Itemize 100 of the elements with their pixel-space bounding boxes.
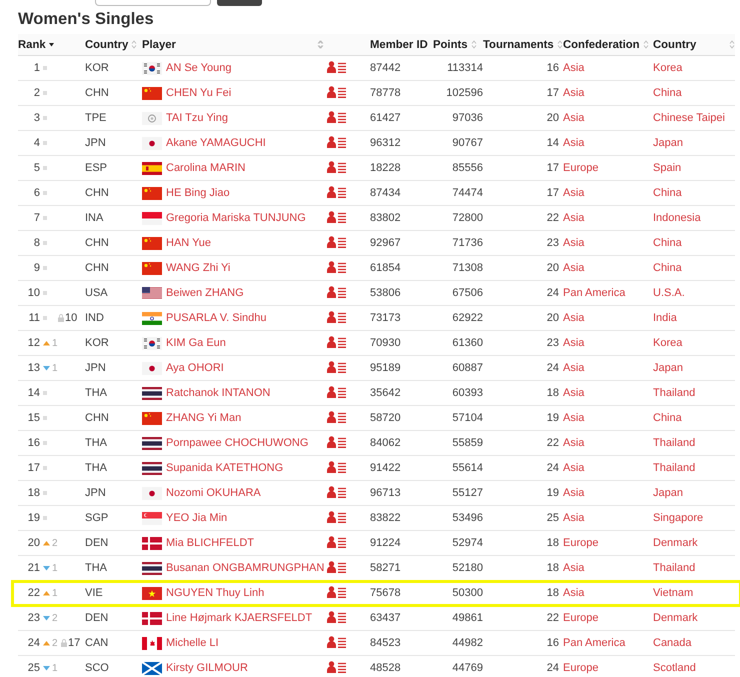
player-link[interactable]: YEO Jia Min	[166, 512, 228, 524]
country-link[interactable]: India	[653, 312, 677, 324]
country-link[interactable]: China	[653, 412, 682, 424]
confederation-link[interactable]: Europe	[563, 162, 598, 174]
confederation-link[interactable]: Asia	[563, 137, 584, 149]
player-link[interactable]: Gregoria Mariska TUNJUNG	[166, 212, 306, 224]
country-link[interactable]: China	[653, 87, 682, 99]
profile-icon[interactable]	[327, 610, 347, 622]
player-link[interactable]: AN Se Young	[166, 62, 232, 74]
profile-icon[interactable]	[327, 486, 347, 498]
profile-icon[interactable]	[327, 60, 347, 72]
confederation-link[interactable]: Asia	[563, 462, 584, 474]
country-link[interactable]: U.S.A.	[653, 287, 685, 299]
country-link[interactable]: Korea	[653, 337, 682, 349]
confederation-link[interactable]: Asia	[563, 512, 584, 524]
dropdown-field[interactable]	[95, 0, 211, 6]
country-link[interactable]: China	[653, 262, 682, 274]
player-link[interactable]: NGUYEN Thuy Linh	[166, 587, 264, 599]
country-link[interactable]: Japan	[653, 362, 683, 374]
country-link[interactable]: Singapore	[653, 512, 704, 524]
player-link[interactable]: Aya OHORI	[166, 362, 224, 374]
confederation-link[interactable]: Europe	[563, 612, 598, 624]
profile-icon[interactable]	[327, 136, 347, 148]
player-link[interactable]: Carolina MARIN	[166, 162, 246, 174]
player-link[interactable]: Line Højmark KJAERSFELDT	[166, 612, 312, 624]
profile-icon[interactable]	[327, 436, 347, 448]
confederation-link[interactable]: Asia	[563, 237, 584, 249]
country-link[interactable]: Thailand	[653, 462, 696, 474]
confederation-link[interactable]: Europe	[563, 537, 598, 549]
profile-icon[interactable]	[327, 410, 347, 422]
player-link[interactable]: Akane YAMAGUCHI	[166, 137, 266, 149]
confederation-link[interactable]: Asia	[563, 62, 584, 74]
country-link[interactable]: Thailand	[653, 437, 696, 449]
sort-caret-icon[interactable]	[48, 42, 54, 46]
country-link[interactable]: Vietnam	[653, 587, 694, 599]
confederation-link[interactable]: Asia	[563, 262, 584, 274]
player-link[interactable]: WANG Zhi Yi	[166, 262, 230, 274]
profile-icon[interactable]	[327, 510, 347, 522]
profile-icon[interactable]	[327, 360, 347, 372]
profile-icon[interactable]	[327, 160, 347, 172]
country-link[interactable]: Denmark	[653, 537, 698, 549]
country-link[interactable]: Canada	[653, 637, 692, 649]
confederation-link[interactable]: Asia	[563, 387, 584, 399]
confederation-link[interactable]: Asia	[563, 362, 584, 374]
confederation-link[interactable]: Asia	[563, 587, 584, 599]
country-link[interactable]: Korea	[653, 62, 682, 74]
player-link[interactable]: Beiwen ZHANG	[166, 287, 244, 299]
country-link[interactable]: Chinese Taipei	[653, 112, 725, 124]
player-link[interactable]: Busanan ONGBAMRUNGPHAN	[166, 562, 324, 574]
player-link[interactable]: Pornpawee CHOCHUWONG	[166, 437, 308, 449]
country-link[interactable]: Spain	[653, 162, 682, 174]
confederation-link[interactable]: Asia	[563, 187, 584, 199]
confederation-link[interactable]: Asia	[563, 87, 584, 99]
confederation-link[interactable]: Asia	[563, 312, 584, 324]
profile-icon[interactable]	[327, 186, 347, 198]
player-link[interactable]: CHEN Yu Fei	[166, 87, 232, 99]
player-link[interactable]: Mia BLICHFELDT	[166, 537, 254, 549]
profile-icon[interactable]	[327, 536, 347, 548]
profile-icon[interactable]	[327, 236, 347, 248]
player-link[interactable]: TAI Tzu Ying	[166, 112, 228, 124]
confederation-link[interactable]: Asia	[563, 487, 584, 499]
confederation-link[interactable]: Asia	[563, 212, 584, 224]
profile-icon[interactable]	[327, 586, 347, 598]
country-link[interactable]: Japan	[653, 137, 683, 149]
confederation-link[interactable]: Europe	[563, 662, 598, 674]
player-link[interactable]: HE Bing Jiao	[166, 187, 230, 199]
profile-icon[interactable]	[327, 386, 347, 398]
profile-icon[interactable]	[327, 460, 347, 472]
confederation-link[interactable]: Asia	[563, 562, 584, 574]
profile-icon[interactable]	[327, 636, 347, 648]
profile-icon[interactable]	[327, 260, 347, 272]
profile-icon[interactable]	[327, 660, 347, 672]
country-link[interactable]: Indonesia	[653, 212, 701, 224]
confederation-link[interactable]: Asia	[563, 412, 584, 424]
country-link[interactable]: Thailand	[653, 562, 696, 574]
country-link[interactable]: Denmark	[653, 612, 698, 624]
profile-icon[interactable]	[327, 310, 347, 322]
player-link[interactable]: Supanida KATETHONG	[166, 462, 284, 474]
profile-icon[interactable]	[327, 286, 347, 298]
profile-icon[interactable]	[327, 86, 347, 98]
player-link[interactable]: Michelle LI	[166, 637, 219, 649]
confederation-link[interactable]: Pan America	[563, 637, 626, 649]
player-link[interactable]: Kirsty GILMOUR	[166, 662, 248, 674]
profile-icon[interactable]	[327, 560, 347, 572]
player-link[interactable]: Nozomi OKUHARA	[166, 487, 261, 499]
confederation-link[interactable]: Asia	[563, 112, 584, 124]
confederation-link[interactable]: Asia	[563, 437, 584, 449]
country-link[interactable]: Scotland	[653, 662, 696, 674]
country-link[interactable]: China	[653, 187, 682, 199]
country-link[interactable]: Japan	[653, 487, 683, 499]
profile-icon[interactable]	[327, 336, 347, 348]
player-link[interactable]: PUSARLA V. Sindhu	[166, 312, 266, 324]
player-link[interactable]: Ratchanok INTANON	[166, 387, 270, 399]
player-link[interactable]: KIM Ga Eun	[166, 337, 226, 349]
player-link[interactable]: ZHANG Yi Man	[166, 412, 242, 424]
country-link[interactable]: China	[653, 237, 682, 249]
player-link[interactable]: HAN Yue	[166, 237, 212, 249]
confederation-link[interactable]: Asia	[563, 337, 584, 349]
country-link[interactable]: Thailand	[653, 387, 696, 399]
profile-icon[interactable]	[327, 110, 347, 122]
